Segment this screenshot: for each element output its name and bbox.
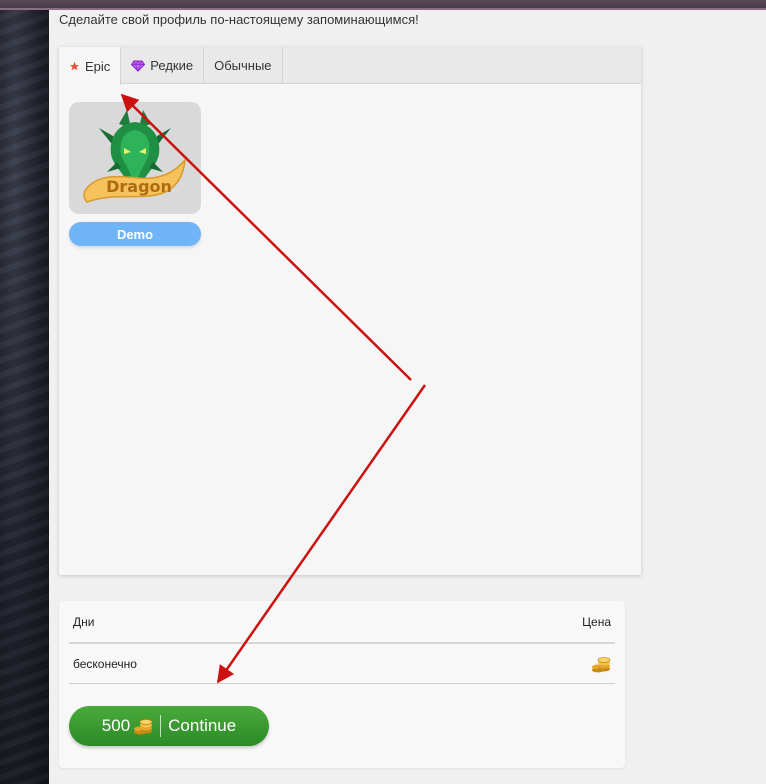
- tab-epic[interactable]: Epic: [59, 47, 122, 85]
- button-divider: [160, 715, 162, 737]
- content-area: Сделайте свой профиль по-настоящему запо…: [49, 10, 766, 784]
- continue-label: Continue: [168, 716, 237, 735]
- price-column-header: Цена: [582, 614, 611, 629]
- price-amount: 500: [101, 716, 131, 735]
- tab-common-label: Обычные: [214, 58, 272, 73]
- items-panel: Epic Редкие Обычные Dragon Demo: [59, 47, 641, 575]
- coins-icon: [591, 655, 611, 673]
- price-row[interactable]: бесконечно: [69, 644, 615, 684]
- demo-button[interactable]: Demo: [69, 222, 201, 246]
- intro-text: Сделайте свой профиль по-настоящему запо…: [59, 12, 419, 27]
- price-table: Дни Цена бесконечно 500 Continue: [59, 601, 625, 768]
- tab-common[interactable]: Обычные: [204, 47, 283, 84]
- days-column-header: Дни: [73, 614, 95, 629]
- duration-value: бесконечно: [73, 656, 137, 671]
- dragon-logo-text: Dragon: [106, 177, 172, 196]
- tab-epic-label: Epic: [85, 58, 111, 74]
- background-artwork: [0, 0, 49, 784]
- coins-icon: [133, 717, 153, 735]
- category-tabs: Epic Редкие Обычные: [59, 47, 641, 85]
- star-icon: [69, 61, 80, 72]
- top-bar: [0, 0, 766, 10]
- dragon-badge-image[interactable]: Dragon: [69, 102, 201, 214]
- tab-rare[interactable]: Редкие: [121, 47, 205, 84]
- gem-icon: [131, 59, 146, 72]
- price-table-header: Дни Цена: [69, 601, 615, 644]
- tab-rare-label: Редкие: [150, 58, 194, 73]
- continue-purchase-button[interactable]: 500 Continue: [69, 706, 269, 746]
- item-card[interactable]: Dragon Demo: [69, 102, 201, 246]
